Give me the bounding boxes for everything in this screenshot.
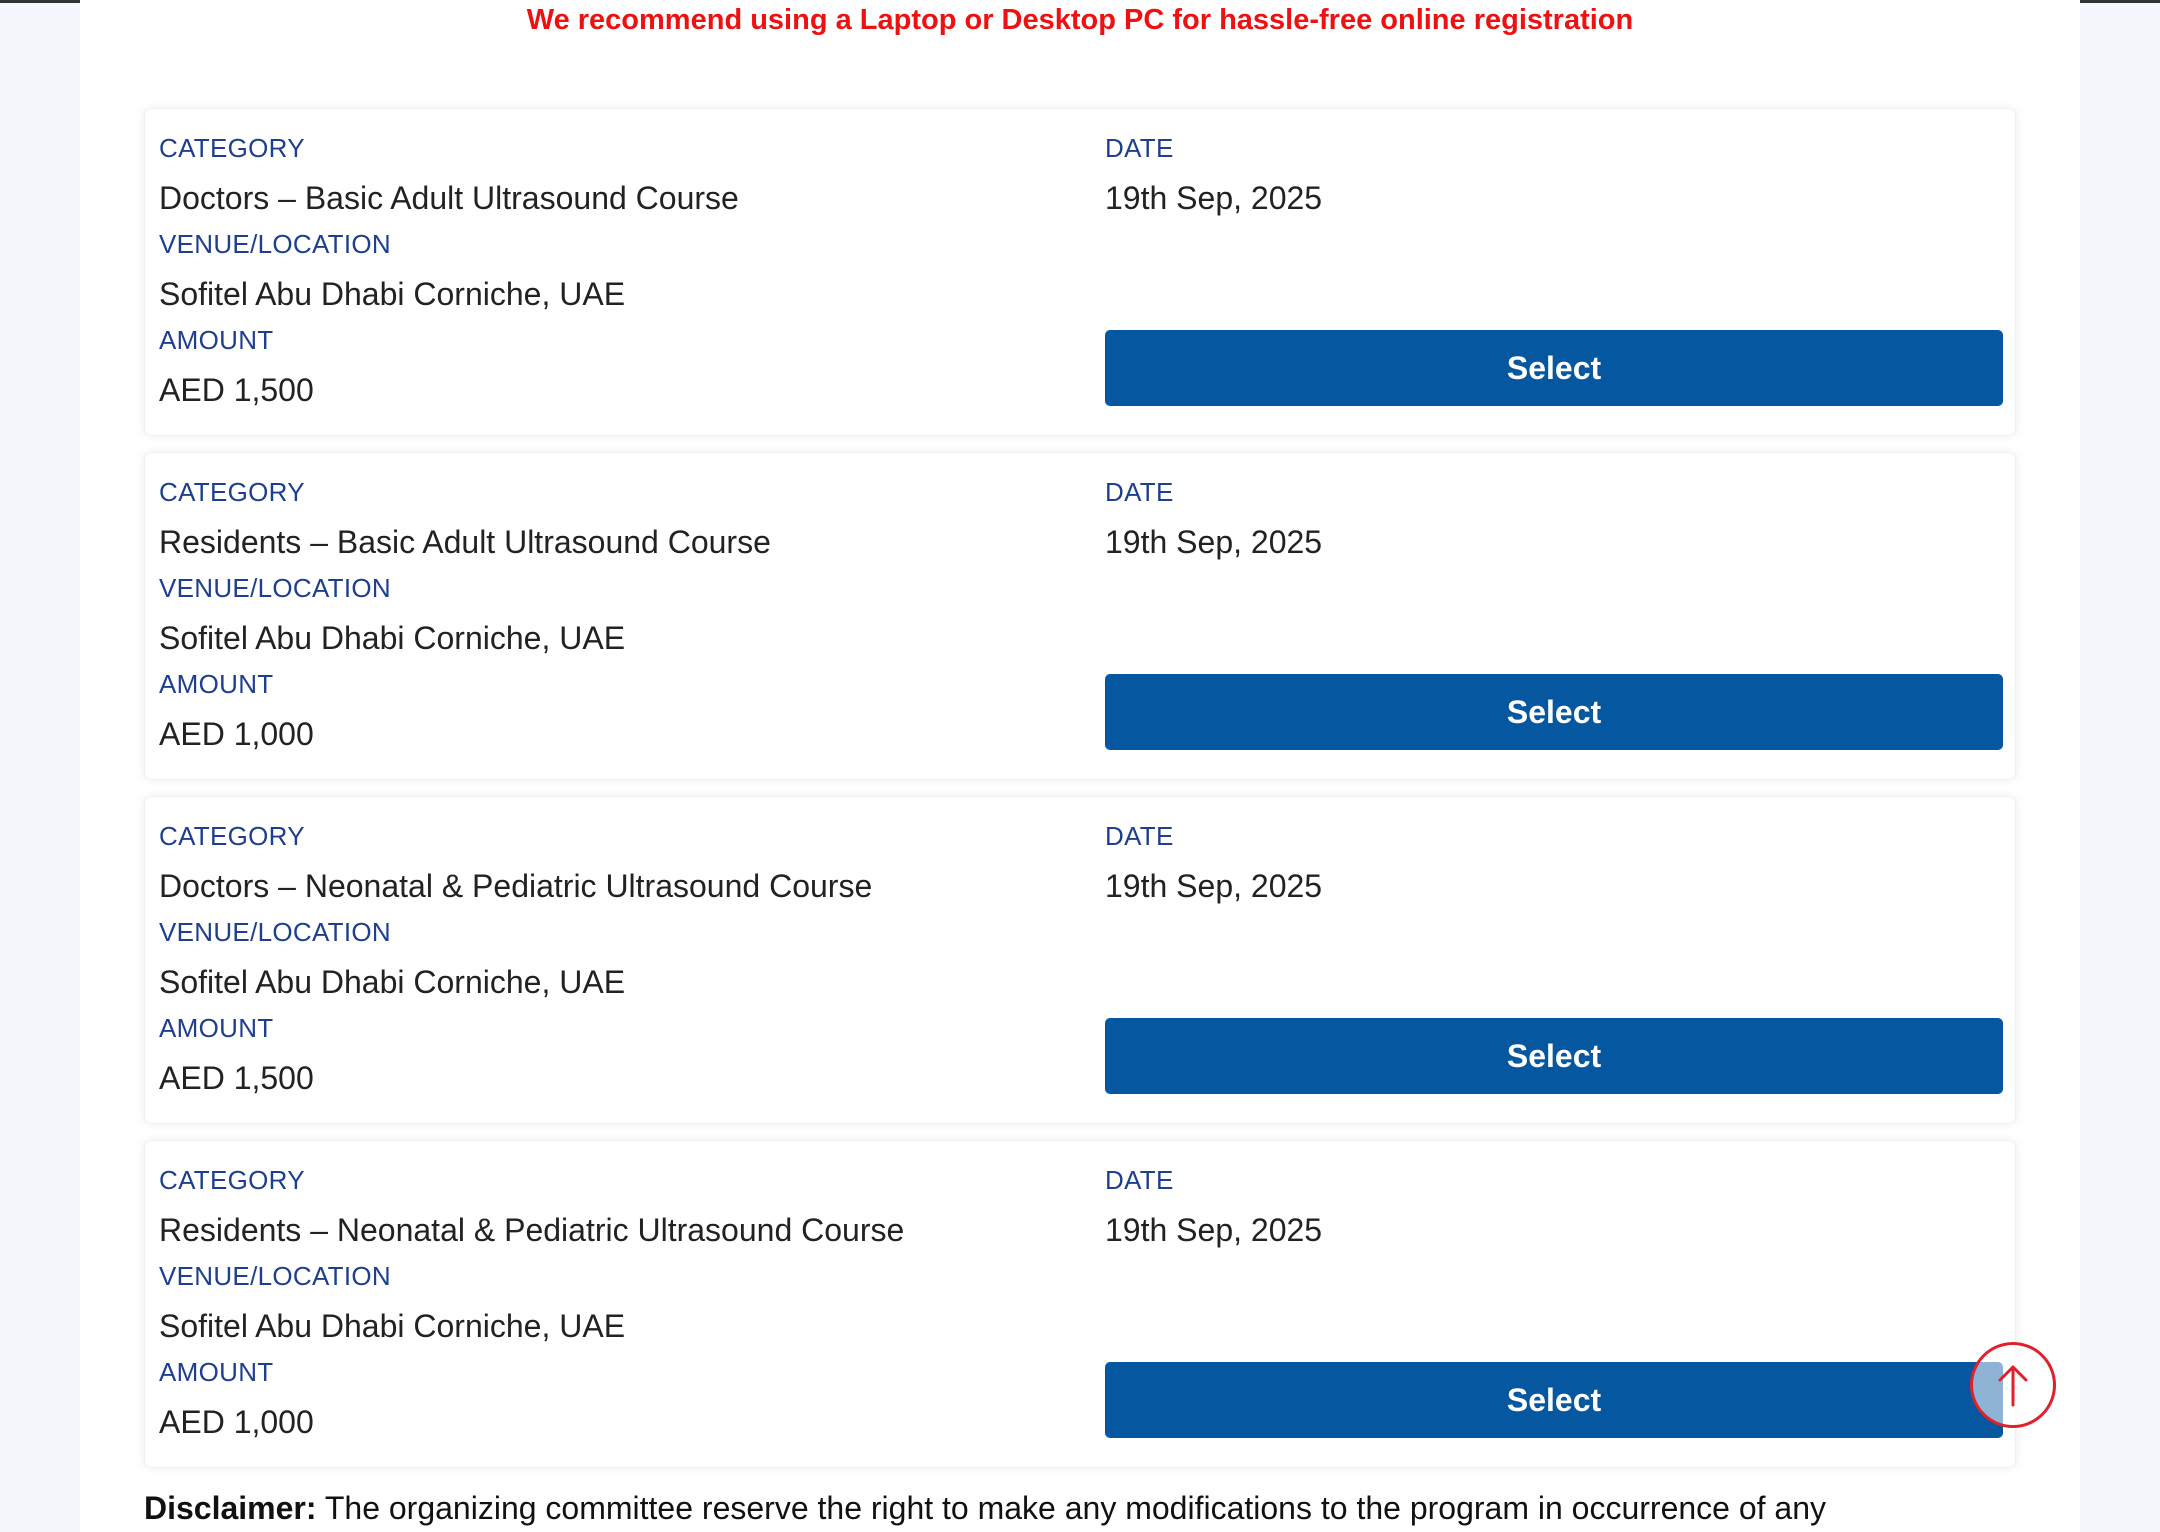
select-button[interactable]: Select [1105,330,2003,406]
amount-value: AED 1,500 [159,372,314,408]
venue-value: Sofitel Abu Dhabi Corniche, UAE [159,276,626,312]
registration-card: CATEGORY Residents – Basic Adult Ultraso… [144,452,2016,780]
amount-label: AMOUNT [159,1013,274,1043]
category-label: CATEGORY [159,821,305,851]
date-value: 19th Sep, 2025 [1105,524,1323,560]
disclaimer-text: The organizing committee reserve the rig… [316,1490,1827,1526]
venue-value: Sofitel Abu Dhabi Corniche, UAE [159,964,626,1000]
category-value: Doctors – Basic Adult Ultrasound Course [159,180,739,216]
date-label: DATE [1105,133,1174,163]
venue-label: VENUE/LOCATION [159,917,391,947]
disclaimer: Disclaimer: The organizing committee res… [144,1488,2044,1528]
amount-value: AED 1,000 [159,1404,314,1440]
date-value: 19th Sep, 2025 [1105,1212,1323,1248]
registration-page: We recommend using a Laptop or Desktop P… [80,0,2080,1532]
select-button[interactable]: Select [1105,674,2003,750]
date-label: DATE [1105,821,1174,851]
amount-value: AED 1,000 [159,716,314,752]
registration-list: CATEGORY Doctors – Basic Adult Ultrasoun… [144,108,2016,1484]
disclaimer-title: Disclaimer: [144,1490,317,1526]
arrow-up-icon [1998,1365,2028,1407]
date-label: DATE [1105,1165,1174,1195]
registration-card: CATEGORY Residents – Neonatal & Pediatri… [144,1140,2016,1468]
venue-label: VENUE/LOCATION [159,229,391,259]
device-recommendation-banner: We recommend using a Laptop or Desktop P… [526,4,1634,36]
registration-card: CATEGORY Doctors – Basic Adult Ultrasoun… [144,108,2016,436]
select-button[interactable]: Select [1105,1362,2003,1438]
category-value: Doctors – Neonatal & Pediatric Ultrasoun… [159,868,873,904]
venue-label: VENUE/LOCATION [159,573,391,603]
category-value: Residents – Basic Adult Ultrasound Cours… [159,524,771,560]
date-label: DATE [1105,477,1174,507]
amount-label: AMOUNT [159,325,274,355]
category-value: Residents – Neonatal & Pediatric Ultraso… [159,1212,905,1248]
category-label: CATEGORY [159,477,305,507]
category-label: CATEGORY [159,133,305,163]
amount-label: AMOUNT [159,1357,274,1387]
registration-card: CATEGORY Doctors – Neonatal & Pediatric … [144,796,2016,1124]
select-button[interactable]: Select [1105,1018,2003,1094]
date-value: 19th Sep, 2025 [1105,868,1323,904]
date-value: 19th Sep, 2025 [1105,180,1323,216]
scroll-to-top-button[interactable] [1970,1342,2056,1428]
category-label: CATEGORY [159,1165,305,1195]
venue-value: Sofitel Abu Dhabi Corniche, UAE [159,1308,626,1344]
amount-label: AMOUNT [159,669,274,699]
venue-label: VENUE/LOCATION [159,1261,391,1291]
venue-value: Sofitel Abu Dhabi Corniche, UAE [159,620,626,656]
amount-value: AED 1,500 [159,1060,314,1096]
